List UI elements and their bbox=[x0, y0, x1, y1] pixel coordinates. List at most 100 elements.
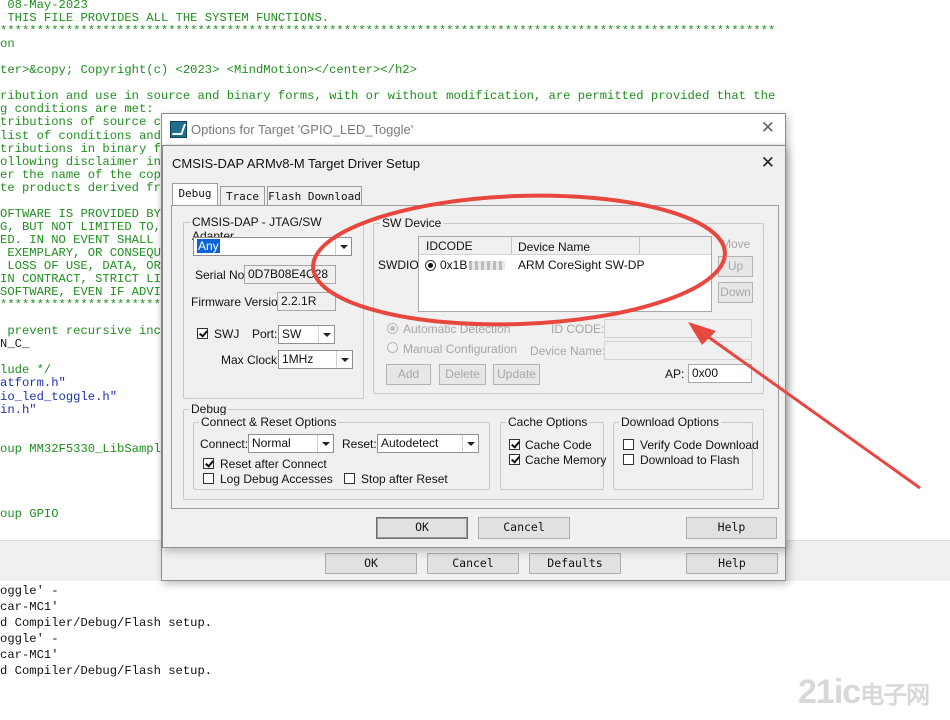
verify-code-checkbox[interactable] bbox=[623, 439, 634, 450]
reset-after-connect-checkbox[interactable] bbox=[203, 458, 214, 469]
code-line: io_led_toggle.h" bbox=[0, 389, 118, 404]
outer-ok-button[interactable]: OK bbox=[325, 553, 417, 574]
watermark-logo: 21ic电子网 bbox=[798, 673, 930, 711]
build-output-line: d Compiler/Debug/Flash setup. bbox=[0, 616, 213, 630]
serial-label: Serial No: bbox=[195, 268, 248, 282]
port-select[interactable]: SW bbox=[278, 325, 335, 344]
code-line: ter>&copy; Copyright(c) <2023> <MindMoti… bbox=[0, 63, 417, 78]
auto-detection-label: Automatic Detection bbox=[403, 322, 511, 336]
col-divider bbox=[511, 237, 512, 254]
connect-reset-label: Connect & Reset Options bbox=[199, 415, 339, 429]
add-button[interactable]: Add bbox=[386, 364, 431, 385]
update-button[interactable]: Update bbox=[493, 364, 540, 385]
log-debug-checkbox[interactable] bbox=[203, 473, 214, 484]
code-line: ollowing disclaimer in t bbox=[0, 154, 176, 169]
port-label: Port: bbox=[252, 327, 278, 341]
manual-config-label: Manual Configuration bbox=[403, 342, 518, 356]
adapter-selected: Any bbox=[197, 239, 220, 253]
table-row[interactable]: 0x1B ARM CoreSight SW-DP bbox=[419, 257, 711, 273]
auto-detection-radio[interactable] bbox=[387, 323, 398, 334]
download-flash-checkbox[interactable] bbox=[623, 454, 634, 465]
adapter-select[interactable]: Any bbox=[193, 237, 352, 256]
build-output-line: oggle' - bbox=[0, 584, 59, 598]
id-code-field[interactable] bbox=[604, 319, 752, 338]
redaction-mark bbox=[469, 261, 505, 270]
verify-code-label: Verify Code Download bbox=[640, 438, 759, 452]
swj-checkbox[interactable] bbox=[197, 328, 208, 339]
row-idcode: 0x1B bbox=[440, 258, 468, 272]
code-line: G, BUT NOT LIMITED TO, bbox=[0, 219, 161, 234]
code-line: g conditions are met: bbox=[0, 102, 154, 117]
maxclock-select[interactable]: 1MHz bbox=[278, 350, 353, 369]
code-line: ********************** bbox=[0, 298, 161, 313]
code-line: EXEMPLARY, OR CONSEQUE bbox=[0, 245, 169, 260]
cache-options-label: Cache Options bbox=[506, 415, 590, 429]
sw-device-table[interactable]: IDCODE Device Name 0x1B ARM CoreSight SW… bbox=[418, 236, 712, 312]
chevron-down-icon bbox=[317, 435, 333, 452]
firmware-label: Firmware Version: bbox=[191, 295, 288, 309]
keil-app-icon bbox=[170, 121, 187, 138]
code-line: lude */ bbox=[0, 363, 52, 378]
cache-memory-checkbox[interactable] bbox=[509, 454, 520, 465]
code-line: tributions of source co bbox=[0, 115, 169, 130]
move-up-button[interactable]: Up bbox=[718, 256, 753, 277]
row-radio[interactable] bbox=[425, 260, 436, 271]
tab-debug[interactable]: Debug bbox=[172, 183, 218, 205]
code-line: atform.h" bbox=[0, 376, 66, 391]
download-options-label: Download Options bbox=[619, 415, 722, 429]
reset-value: Autodetect bbox=[381, 436, 439, 450]
ap-field[interactable]: 0x00 bbox=[688, 364, 752, 383]
code-line: oup MM32F5330_LibSample bbox=[0, 441, 169, 456]
connect-value: Normal bbox=[252, 436, 291, 450]
code-line: te products derived from bbox=[0, 180, 176, 195]
code-line: SOFTWARE, EVEN IF ADVIS bbox=[0, 285, 169, 300]
col-idcode[interactable]: IDCODE bbox=[426, 239, 473, 253]
inner-cancel-button[interactable]: Cancel bbox=[478, 517, 570, 539]
id-code-label: ID CODE: bbox=[551, 322, 605, 336]
outer-dialog-title: Options for Target 'GPIO_LED_Toggle' bbox=[191, 122, 414, 137]
code-line: prevent recursive incl bbox=[0, 324, 169, 339]
outer-help-button[interactable]: Help bbox=[686, 553, 778, 574]
device-name-field[interactable] bbox=[604, 341, 752, 360]
chevron-down-icon bbox=[318, 326, 334, 343]
inner-dialog-title: CMSIS-DAP ARMv8-M Target Driver Setup bbox=[172, 156, 421, 171]
col-divider bbox=[639, 237, 640, 254]
manual-config-radio[interactable] bbox=[387, 342, 398, 353]
move-down-button[interactable]: Down bbox=[718, 282, 753, 303]
inner-dialog-titlebar[interactable]: CMSIS-DAP ARMv8-M Target Driver Setup ✕ bbox=[163, 146, 785, 178]
outer-defaults-button[interactable]: Defaults bbox=[529, 553, 621, 574]
serial-field: 0D7B08E4C28 bbox=[244, 265, 336, 284]
code-line: OFTWARE IS PROVIDED BY bbox=[0, 206, 161, 221]
stop-after-reset-checkbox[interactable] bbox=[344, 473, 355, 484]
swj-label: SWJ bbox=[214, 327, 240, 341]
inner-close-icon[interactable]: ✕ bbox=[761, 153, 775, 173]
outer-cancel-button[interactable]: Cancel bbox=[427, 553, 519, 574]
build-output-line: d Compiler/Debug/Flash setup. bbox=[0, 664, 213, 678]
device-name-label: Device Name: bbox=[530, 344, 606, 358]
cache-code-checkbox[interactable] bbox=[509, 439, 520, 450]
maxclock-value: 1MHz bbox=[282, 352, 314, 366]
log-debug-label: Log Debug Accesses bbox=[220, 472, 333, 486]
cache-code-label: Cache Code bbox=[525, 438, 592, 452]
sw-device-group-label: SW Device bbox=[380, 216, 444, 230]
code-line: ribution and use in source and binary fo… bbox=[0, 89, 776, 104]
code-line: oup GPIO bbox=[0, 506, 59, 521]
delete-button[interactable]: Delete bbox=[439, 364, 486, 385]
connect-select[interactable]: Normal bbox=[248, 434, 334, 453]
chevron-down-icon bbox=[336, 351, 352, 368]
outer-dialog-titlebar[interactable]: Options for Target 'GPIO_LED_Toggle' ✕ bbox=[162, 114, 785, 144]
tab-flash-download[interactable]: Flash Download bbox=[267, 186, 362, 205]
move-label: Move bbox=[721, 237, 751, 251]
reset-select[interactable]: Autodetect bbox=[377, 434, 479, 453]
col-device-name[interactable]: Device Name bbox=[518, 240, 590, 254]
inner-help-button[interactable]: Help bbox=[686, 517, 777, 539]
inner-ok-button[interactable]: OK bbox=[376, 517, 468, 539]
ap-label: AP: bbox=[665, 367, 685, 381]
outer-close-icon[interactable]: ✕ bbox=[761, 118, 775, 138]
code-line: LOSS OF USE, DATA, OR bbox=[0, 259, 161, 273]
tab-trace[interactable]: Trace bbox=[220, 186, 265, 205]
build-output-line: car-MC1' bbox=[0, 648, 59, 662]
code-line: ****************************************… bbox=[0, 24, 776, 39]
code-line: tributions in binary fo bbox=[0, 141, 169, 156]
port-value: SW bbox=[282, 327, 302, 341]
